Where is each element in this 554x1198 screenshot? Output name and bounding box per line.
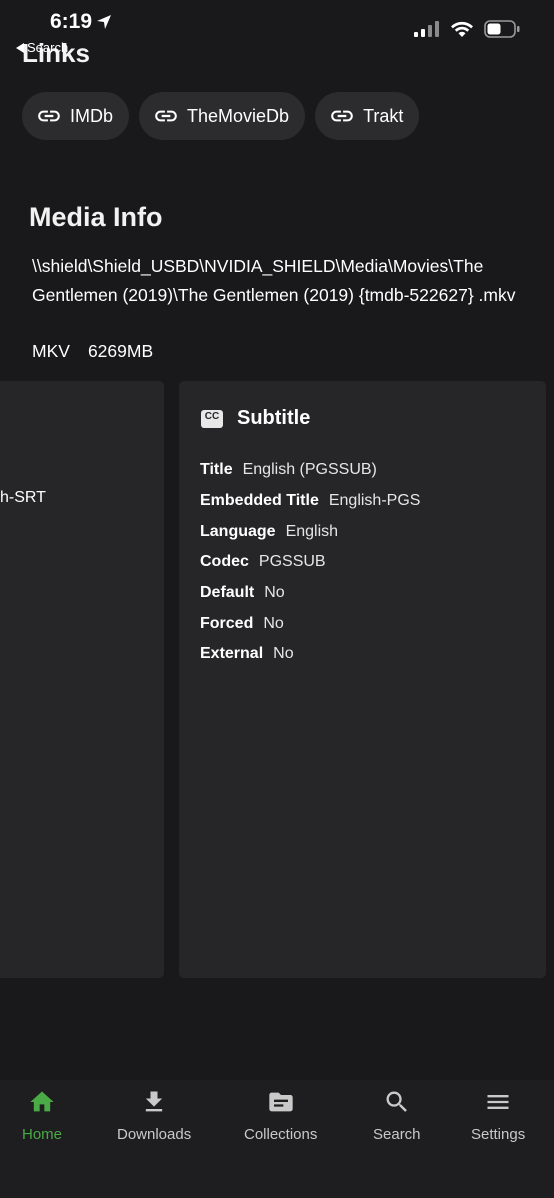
status-time-text: 6:19 (50, 10, 93, 33)
imdb-link-button[interactable]: IMDb (22, 92, 130, 140)
menu-icon (487, 1095, 509, 1109)
themoviedb-link-button[interactable]: TheMovieDb (139, 92, 306, 140)
bottom-tab-bar: Home Downloads Collections Search Settin… (0, 1080, 554, 1198)
subtitle-properties: Title English (PGSSUB) Embedded Title En… (200, 455, 420, 670)
page-title: Links (22, 38, 90, 68)
subtitle-row-forced: Forced No (200, 608, 420, 639)
property-value: PGSSUB (258, 553, 326, 571)
subtitle-row-external: External No (200, 639, 420, 670)
subtitle-card-title: Subtitle (237, 407, 311, 429)
property-label: Title (200, 461, 233, 479)
signal-icon (414, 21, 439, 37)
previous-card-clipped-text: h-SRT (0, 489, 46, 506)
wifi-icon (451, 21, 473, 37)
property-value: English-PGS (328, 492, 421, 510)
media-file-path: \\shield\Shield_USBD\NVIDIA_SHIELD\Media… (32, 256, 516, 305)
property-label: Language (200, 522, 276, 540)
tab-search[interactable]: Search (373, 1088, 421, 1143)
media-container: MKV (32, 341, 70, 361)
tab-downloads[interactable]: Downloads (117, 1088, 191, 1143)
property-value: English (PGSSUB) (242, 461, 377, 479)
property-value: No (264, 584, 285, 602)
link-icon (155, 110, 177, 122)
tab-downloads-label: Downloads (117, 1126, 192, 1143)
link-icon (331, 110, 353, 122)
tab-search-label: Search (373, 1126, 421, 1143)
status-time: 6:19 (50, 10, 112, 34)
tab-collections[interactable]: Collections (244, 1088, 317, 1143)
link-icon (38, 110, 60, 122)
tab-settings-label: Settings (471, 1126, 526, 1143)
property-label: External (200, 645, 264, 663)
subtitle-row-codec: Codec PGSSUB (200, 547, 420, 578)
themoviedb-link-label: TheMovieDb (187, 105, 290, 126)
search-icon (386, 1091, 407, 1112)
property-value: English (285, 522, 339, 540)
property-label: Codec (200, 553, 249, 571)
location-arrow-icon (97, 15, 112, 29)
subtitle-row-embedded-title: Embedded Title English-PGS (200, 486, 420, 517)
trakt-link-label: Trakt (363, 105, 404, 126)
subtitle-row-title: Title English (PGSSUB) (200, 455, 420, 486)
tab-home[interactable]: Home (22, 1088, 62, 1143)
subtitle-card-header: CC Subtitle (201, 407, 310, 430)
media-meta: MKV 6269MB (32, 337, 153, 365)
home-icon (30, 1091, 54, 1112)
media-size: 6269MB (87, 341, 154, 361)
screen: 6:19 Search Links IMDb TheMovieDb Trakt … (0, 0, 554, 1198)
battery-icon (484, 20, 520, 38)
property-label: Default (200, 584, 255, 602)
property-value: No (273, 645, 294, 663)
download-icon (145, 1091, 163, 1112)
trakt-link-button[interactable]: Trakt (315, 92, 420, 140)
tab-settings[interactable]: Settings (471, 1088, 525, 1143)
property-value: No (263, 614, 284, 632)
media-info-heading: Media Info (29, 202, 163, 232)
previous-stream-card[interactable]: h-SRT (0, 381, 164, 978)
subtitle-stream-card[interactable]: CC Subtitle Title English (PGSSUB) Embed… (179, 381, 546, 978)
property-label: Embedded Title (200, 492, 319, 510)
folder-icon (269, 1092, 293, 1112)
imdb-link-label: IMDb (70, 105, 114, 126)
links-row: IMDb TheMovieDb Trakt (22, 92, 420, 140)
status-indicators (414, 20, 520, 38)
closed-caption-icon: CC (201, 409, 223, 428)
tab-collections-label: Collections (244, 1126, 318, 1143)
subtitle-row-default: Default No (200, 578, 420, 609)
property-label: Forced (200, 614, 254, 632)
subtitle-row-language: Language English (200, 516, 420, 547)
tab-home-label: Home (22, 1126, 63, 1143)
